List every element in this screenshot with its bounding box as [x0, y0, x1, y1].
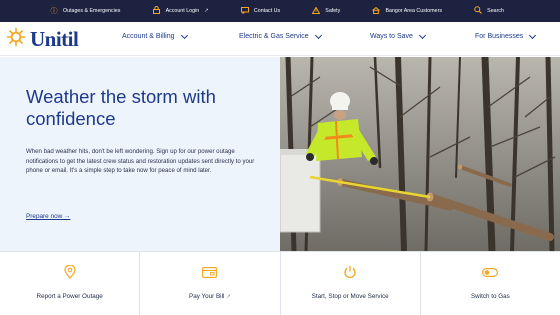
external-link-icon: ↗: [204, 8, 209, 14]
utility-search-label: Search: [487, 8, 504, 14]
bill-icon: [202, 265, 218, 279]
search-icon: [474, 6, 483, 16]
location-pin-icon: [62, 265, 78, 279]
utility-safety-label: Safety: [325, 8, 341, 14]
utility-bangor-link[interactable]: Bangor Area Customers: [372, 6, 442, 16]
chevron-down-icon: [314, 31, 322, 39]
hero-body-text: When bad weather hits, don't be left won…: [26, 148, 255, 175]
nav-for-businesses-label: For Businesses: [475, 33, 524, 40]
brand-logo[interactable]: Unitil: [6, 26, 79, 52]
hero-image: [280, 57, 560, 251]
utility-search-link[interactable]: Search: [474, 6, 504, 16]
prepare-now-link[interactable]: Prepare now →: [26, 213, 70, 220]
info-circle-icon: ⓘ: [50, 7, 58, 15]
hero-panel: Weather the storm with confidence When b…: [0, 57, 280, 251]
house-icon: [372, 6, 381, 16]
nav-ways-to-save-label: Ways to Save: [370, 33, 413, 40]
nav-ways-to-save[interactable]: Ways to Save: [370, 31, 426, 40]
nav-electric-gas-label: Electric & Gas Service: [239, 33, 309, 40]
switch-to-gas-tile[interactable]: Switch to Gas: [420, 252, 560, 315]
hero-title: Weather the storm with confidence: [26, 86, 216, 129]
quick-actions: Report a Power Outage Pay Your Bill ↗ St…: [0, 251, 560, 315]
power-icon: [342, 265, 358, 279]
pay-bill-label: Pay Your Bill ↗: [189, 293, 231, 300]
start-stop-move-label: Start, Stop or Move Service: [311, 293, 389, 300]
chevron-down-icon: [529, 31, 537, 39]
nav-electric-gas-service[interactable]: Electric & Gas Service: [239, 31, 322, 40]
sun-logo-icon: [6, 27, 26, 52]
nav-account-billing-label: Account & Billing: [122, 33, 175, 40]
main-navigation: Unitil Account & Billing Electric & Gas …: [0, 22, 560, 56]
utility-contact-label: Contact Us: [253, 8, 281, 14]
warning-icon: [311, 6, 321, 16]
brand-name: Unitil: [30, 26, 79, 51]
report-outage-label: Report a Power Outage: [36, 293, 103, 300]
lock-icon: [153, 6, 161, 16]
pay-bill-tile[interactable]: Pay Your Bill ↗: [140, 252, 281, 315]
utility-outages-link[interactable]: ⓘ Outages & Emergencies: [50, 7, 121, 15]
chat-icon: [240, 6, 249, 16]
chevron-down-icon: [180, 31, 188, 39]
utility-bangor-label: Bangor Area Customers: [385, 8, 442, 14]
chevron-down-icon: [418, 31, 426, 39]
utility-account-login-link[interactable]: Account Login ↗: [153, 6, 209, 16]
pay-bill-text: Pay Your Bill: [189, 293, 225, 300]
utility-safety-link[interactable]: Safety: [311, 6, 341, 16]
nav-account-billing[interactable]: Account & Billing: [122, 31, 188, 40]
toggle-icon: [482, 265, 499, 279]
report-outage-tile[interactable]: Report a Power Outage: [0, 252, 141, 315]
nav-for-businesses[interactable]: For Businesses: [475, 31, 537, 40]
utility-account-login-label: Account Login: [165, 8, 200, 14]
switch-to-gas-label: Switch to Gas: [470, 293, 510, 300]
start-stop-move-tile[interactable]: Start, Stop or Move Service: [280, 252, 421, 315]
external-link-icon: ↗: [226, 294, 231, 300]
utility-contact-link[interactable]: Contact Us: [240, 6, 281, 16]
utility-bar: ⓘ Outages & Emergencies Account Login ↗ …: [0, 0, 560, 22]
utility-outages-label: Outages & Emergencies: [63, 8, 121, 14]
